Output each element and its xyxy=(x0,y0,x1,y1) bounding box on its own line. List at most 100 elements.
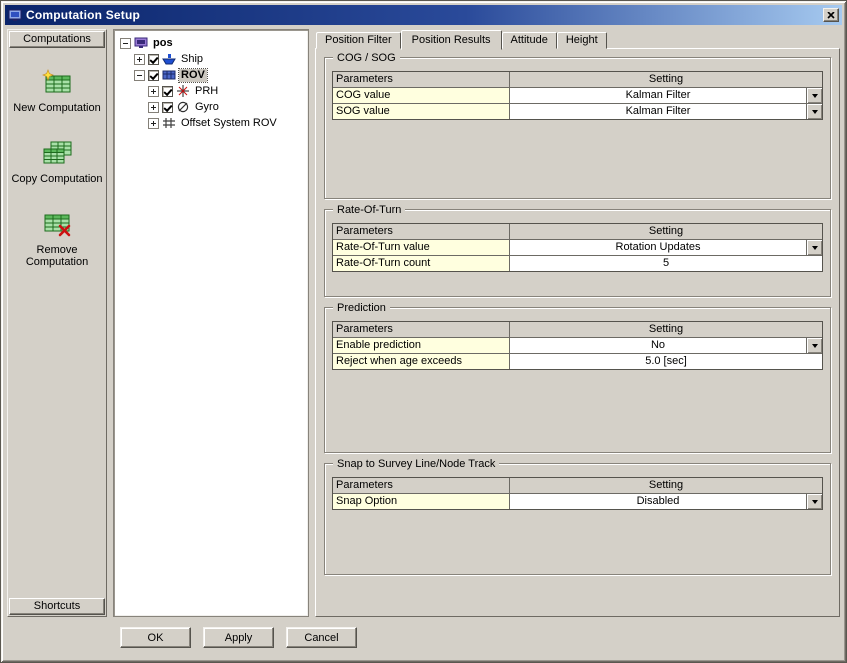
tree-node-label: ROV xyxy=(179,69,207,82)
offset-system-icon xyxy=(162,117,176,129)
computations-bar-button[interactable]: Computations xyxy=(9,31,105,48)
collapse-icon[interactable] xyxy=(120,38,131,49)
remove-computation-icon xyxy=(41,211,73,241)
group-snap-track: Snap to Survey Line/Node Track Parameter… xyxy=(324,463,831,575)
tab-position-filter[interactable]: Position Filter xyxy=(316,32,401,49)
dropdown-arrow-icon[interactable] xyxy=(806,104,822,119)
ship-icon xyxy=(162,53,176,65)
parameters-header: Parameters xyxy=(333,478,509,493)
copy-computation-label: Copy Computation xyxy=(11,173,102,185)
param-cell: Enable prediction xyxy=(333,338,509,353)
dropdown-arrow-icon[interactable] xyxy=(806,240,822,255)
pos-icon xyxy=(134,37,148,49)
expand-icon[interactable] xyxy=(148,118,159,129)
dropdown-arrow-icon[interactable] xyxy=(806,338,822,353)
computations-panel: Computations New Computation xyxy=(7,29,107,617)
expand-icon[interactable] xyxy=(148,102,159,113)
tree-node-label: Ship xyxy=(179,53,205,66)
dropdown-value: Kalman Filter xyxy=(510,88,806,103)
rov-icon xyxy=(162,69,176,81)
prh-checkbox[interactable] xyxy=(162,86,173,97)
dropdown-value: Disabled xyxy=(510,494,806,509)
new-computation-icon xyxy=(41,69,73,99)
group-rate-of-turn: Rate-Of-Turn Parameters Setting Rate-Of-… xyxy=(324,209,831,297)
tree-node-pos[interactable]: pos xyxy=(116,35,306,51)
prh-icon xyxy=(176,85,190,97)
group-title: COG / SOG xyxy=(333,52,400,64)
parameters-header: Parameters xyxy=(333,72,509,87)
titlebar: Computation Setup xyxy=(5,5,842,25)
window-title: Computation Setup xyxy=(26,8,140,22)
param-cell: Rate-Of-Turn value xyxy=(333,240,509,255)
expand-icon[interactable] xyxy=(148,86,159,97)
setting-header: Setting xyxy=(510,72,822,87)
tab-attitude[interactable]: Attitude xyxy=(502,32,557,49)
position-results-page: COG / SOG Parameters Setting COG value K… xyxy=(315,48,840,617)
rov-checkbox[interactable] xyxy=(148,70,159,81)
shortcuts-bar-button[interactable]: Shortcuts xyxy=(9,598,105,615)
computation-tree: pos Ship xyxy=(113,29,309,617)
dropdown-value: Rotation Updates xyxy=(510,240,806,255)
new-computation-button[interactable]: New Computation xyxy=(10,69,104,114)
tree-node-label: Offset System ROV xyxy=(179,117,279,130)
rate-of-turn-value-dropdown[interactable]: Rotation Updates xyxy=(510,240,822,255)
rate-of-turn-table: Parameters Setting Rate-Of-Turn value Ro… xyxy=(332,223,823,272)
sog-value-dropdown[interactable]: Kalman Filter xyxy=(510,104,822,119)
enable-prediction-dropdown[interactable]: No xyxy=(510,338,822,353)
tab-position-results[interactable]: Position Results xyxy=(401,30,502,50)
new-computation-label: New Computation xyxy=(13,102,100,114)
param-cell: COG value xyxy=(333,88,509,103)
settings-panel: Position Filter Position Results Attitud… xyxy=(315,29,840,617)
dialog-footer: OK Apply Cancel xyxy=(120,627,843,648)
group-title: Prediction xyxy=(333,302,390,314)
setting-header: Setting xyxy=(510,224,822,239)
tree-node-label: PRH xyxy=(193,85,220,98)
reject-age-field[interactable]: 5.0 [sec] xyxy=(510,354,822,369)
group-cog-sog: COG / SOG Parameters Setting COG value K… xyxy=(324,57,831,199)
group-title: Snap to Survey Line/Node Track xyxy=(333,458,499,470)
group-title: Rate-Of-Turn xyxy=(333,204,405,216)
copy-computation-icon xyxy=(41,140,73,170)
dropdown-value: No xyxy=(510,338,806,353)
tree-node-ship[interactable]: Ship xyxy=(116,51,306,67)
ok-button[interactable]: OK xyxy=(120,627,191,648)
snap-option-dropdown[interactable]: Disabled xyxy=(510,494,822,509)
tree-node-offset-system-rov[interactable]: Offset System ROV xyxy=(116,115,306,131)
apply-button[interactable]: Apply xyxy=(203,627,274,648)
prediction-table: Parameters Setting Enable prediction No … xyxy=(332,321,823,370)
group-prediction: Prediction Parameters Setting Enable pre… xyxy=(324,307,831,453)
tab-height[interactable]: Height xyxy=(557,32,607,49)
snap-table: Parameters Setting Snap Option Disabled xyxy=(332,477,823,510)
copy-computation-button[interactable]: Copy Computation xyxy=(10,140,104,185)
parameters-header: Parameters xyxy=(333,224,509,239)
collapse-icon[interactable] xyxy=(134,70,145,81)
setting-header: Setting xyxy=(510,478,822,493)
tree-node-prh[interactable]: PRH xyxy=(116,83,306,99)
cog-sog-table: Parameters Setting COG value Kalman Filt… xyxy=(332,71,823,120)
close-button[interactable] xyxy=(823,8,839,22)
cancel-button[interactable]: Cancel xyxy=(286,627,357,648)
param-cell: SOG value xyxy=(333,104,509,119)
tab-strip: Position Filter Position Results Attitud… xyxy=(315,29,840,49)
dropdown-arrow-icon[interactable] xyxy=(806,88,822,103)
tree-node-gyro[interactable]: Gyro xyxy=(116,99,306,115)
remove-computation-label: Remove Computation xyxy=(10,244,104,268)
close-icon xyxy=(827,12,835,19)
tree-node-rov[interactable]: ROV xyxy=(116,67,306,83)
remove-computation-button[interactable]: Remove Computation xyxy=(10,211,104,268)
ship-checkbox[interactable] xyxy=(148,54,159,65)
tree-node-label: pos xyxy=(151,37,175,50)
param-cell: Snap Option xyxy=(333,494,509,509)
dropdown-value: Kalman Filter xyxy=(510,104,806,119)
expand-icon[interactable] xyxy=(134,54,145,65)
tree-node-label: Gyro xyxy=(193,101,221,114)
dropdown-arrow-icon[interactable] xyxy=(806,494,822,509)
rate-of-turn-count-field[interactable]: 5 xyxy=(510,256,822,271)
gyro-icon xyxy=(176,101,190,113)
computations-button-area: New Computation Copy Computation xyxy=(8,49,106,597)
app-icon xyxy=(8,8,22,22)
cog-value-dropdown[interactable]: Kalman Filter xyxy=(510,88,822,103)
gyro-checkbox[interactable] xyxy=(162,102,173,113)
computation-setup-window: Computation Setup Computations xyxy=(0,0,847,663)
param-cell: Reject when age exceeds xyxy=(333,354,509,369)
